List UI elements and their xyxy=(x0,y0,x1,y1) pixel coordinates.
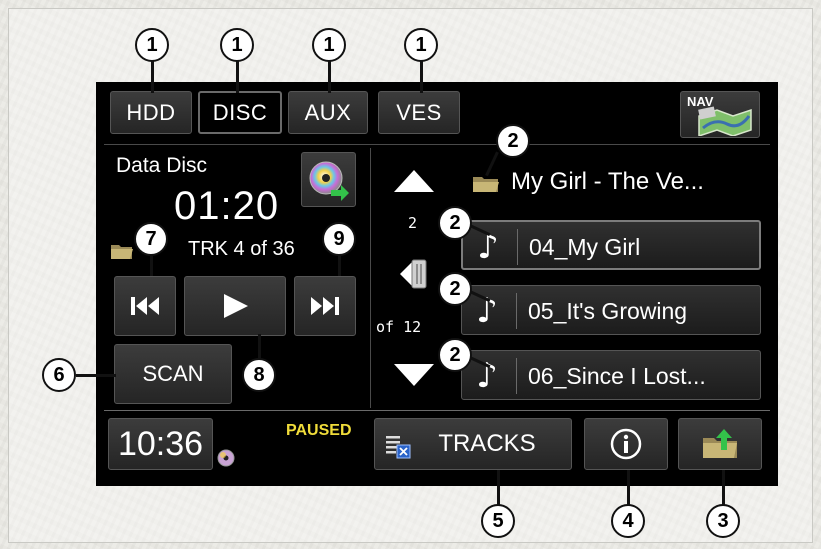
leader-line xyxy=(420,61,423,93)
callout-tracks: 5 xyxy=(481,504,515,538)
eject-disc-button[interactable] xyxy=(301,152,356,207)
tab-hdd-label: HDD xyxy=(126,99,176,125)
track-row[interactable]: ♪ 04_My Girl xyxy=(461,220,761,270)
down-arrow-icon xyxy=(392,362,436,388)
nav-button[interactable]: NAV xyxy=(680,91,760,138)
map-icon xyxy=(697,106,753,136)
leader-line xyxy=(338,256,341,276)
callout-prev: 7 xyxy=(134,222,168,256)
tab-disc[interactable]: DISC xyxy=(198,91,282,134)
callout-track: 2 xyxy=(438,206,472,240)
folder-up-icon xyxy=(701,428,739,460)
leader-line xyxy=(258,334,261,360)
callout-info: 4 xyxy=(611,504,645,538)
track-title: 06_Since I Lost... xyxy=(528,363,706,389)
skip-previous-icon xyxy=(130,295,160,317)
scan-button[interactable]: SCAN xyxy=(114,344,232,404)
track-info: TRK 4 of 36 xyxy=(188,238,295,260)
row-divider xyxy=(516,358,517,394)
radio-screen: HDD DISC AUX VES NAV Data Disc 01:20 TRK… xyxy=(96,82,778,486)
callout-folder-up: 3 xyxy=(706,504,740,538)
track-list-icon xyxy=(385,433,411,459)
music-note-icon: ♪ xyxy=(476,356,498,396)
clock: 10:36 xyxy=(117,424,204,463)
callout-last-track: 2 xyxy=(438,338,472,372)
tab-ves-label: VES xyxy=(396,99,442,125)
callout-next-track: 2 xyxy=(438,272,472,306)
leader-line xyxy=(150,256,153,276)
folder-icon xyxy=(472,174,500,194)
folder-up-button[interactable] xyxy=(678,418,762,470)
tab-ves[interactable]: VES xyxy=(378,91,460,134)
leader-line xyxy=(236,61,239,93)
skip-next-icon xyxy=(310,295,340,317)
callout-scan: 6 xyxy=(42,358,76,392)
track-title: 05_It's Growing xyxy=(528,298,688,324)
elapsed-time: 01:20 xyxy=(174,184,280,228)
callout-next: 9 xyxy=(322,222,356,256)
list-position-total: of 12 xyxy=(376,318,422,336)
callout-tab-hdd: 1 xyxy=(135,28,169,62)
scan-label: SCAN xyxy=(142,361,204,386)
panel-divider xyxy=(370,148,371,408)
info-icon xyxy=(609,427,643,461)
track-row[interactable]: ♪ 06_Since I Lost... xyxy=(461,350,761,400)
tab-aux-label: AUX xyxy=(304,99,352,125)
callout-tab-aux: 1 xyxy=(312,28,346,62)
previous-track-button[interactable] xyxy=(114,276,176,336)
info-button[interactable] xyxy=(584,418,668,470)
disc-icon xyxy=(216,448,236,468)
callout-play: 8 xyxy=(242,358,276,392)
play-icon xyxy=(220,292,250,320)
up-arrow-icon xyxy=(392,168,436,194)
list-position-current: 2 xyxy=(408,214,418,232)
scroll-down-button[interactable] xyxy=(392,362,436,392)
leader-line xyxy=(328,61,331,93)
tab-disc-label: DISC xyxy=(212,99,268,125)
callout-tab-ves: 1 xyxy=(404,28,438,62)
next-track-button[interactable] xyxy=(294,276,356,336)
scroll-thumb[interactable] xyxy=(396,254,430,294)
playback-status: PAUSED xyxy=(286,422,352,439)
track-row[interactable]: ♪ 05_It's Growing xyxy=(461,285,761,335)
tab-hdd[interactable]: HDD xyxy=(110,91,192,134)
bottom-divider xyxy=(104,410,770,411)
row-divider xyxy=(516,293,517,329)
top-divider xyxy=(104,144,770,145)
leader-line xyxy=(76,374,116,377)
folder-icon xyxy=(110,242,134,260)
tab-aux[interactable]: AUX xyxy=(288,91,368,134)
eject-disc-icon xyxy=(307,158,351,202)
tracks-button[interactable]: TRACKS xyxy=(374,418,572,470)
tracks-label: TRACKS xyxy=(438,430,536,457)
callout-tab-disc: 1 xyxy=(220,28,254,62)
folder-name: My Girl - The Ve... xyxy=(511,168,704,195)
play-button[interactable] xyxy=(184,276,286,336)
leader-line xyxy=(151,61,154,93)
clock-button[interactable]: 10:36 xyxy=(108,418,213,470)
scroll-up-button[interactable] xyxy=(392,168,436,198)
callout-folder: 2 xyxy=(496,124,530,158)
track-title: 04_My Girl xyxy=(529,234,641,260)
row-divider xyxy=(517,229,518,265)
disc-title: Data Disc xyxy=(116,154,208,177)
